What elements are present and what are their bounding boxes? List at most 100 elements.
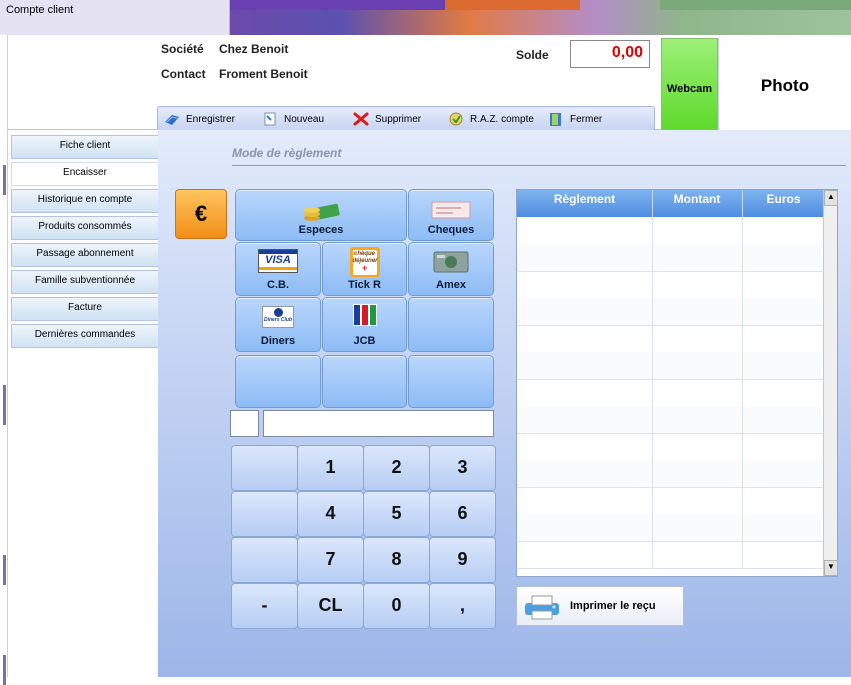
- delete-button[interactable]: Supprimer: [353, 110, 421, 128]
- cheques-button[interactable]: Cheques: [408, 189, 494, 241]
- table-cell[interactable]: [517, 298, 653, 325]
- keypad-key-8[interactable]: 8: [363, 537, 430, 583]
- table-cell[interactable]: [517, 406, 653, 433]
- keypad-key-clear[interactable]: CL: [297, 583, 364, 629]
- table-cell[interactable]: [517, 460, 653, 487]
- sidebar-item-historique[interactable]: Historique en compte: [11, 189, 159, 213]
- new-button[interactable]: Nouveau: [262, 110, 324, 128]
- table-cell[interactable]: [517, 433, 653, 460]
- sidebar-item-commandes[interactable]: Dernières commandes: [11, 324, 159, 348]
- column-header-euros[interactable]: Euros: [742, 190, 825, 217]
- table-cell[interactable]: [742, 352, 826, 379]
- table-cell[interactable]: [742, 487, 826, 514]
- photo-area[interactable]: Photo: [718, 38, 851, 130]
- table-row[interactable]: [517, 298, 826, 326]
- table-cell[interactable]: [652, 541, 743, 568]
- table-cell[interactable]: [742, 244, 826, 271]
- table-row[interactable]: [517, 325, 826, 353]
- table-row[interactable]: [517, 514, 826, 542]
- table-cell[interactable]: [652, 433, 743, 460]
- keypad-key-blank-2[interactable]: [231, 491, 298, 537]
- cb-button[interactable]: VISA C.B.: [235, 242, 321, 296]
- table-cell[interactable]: [517, 541, 653, 568]
- table-cell[interactable]: [652, 460, 743, 487]
- table-cell[interactable]: [652, 352, 743, 379]
- table-cell[interactable]: [517, 325, 653, 352]
- keypad-key-2[interactable]: 2: [363, 445, 430, 491]
- table-cell[interactable]: [652, 514, 743, 541]
- table-row[interactable]: [517, 379, 826, 407]
- jcb-button[interactable]: JCB: [322, 297, 407, 352]
- table-cell[interactable]: [742, 514, 826, 541]
- payment-slot-empty-4[interactable]: [408, 355, 494, 408]
- keypad-key-1[interactable]: 1: [297, 445, 364, 491]
- table-cell[interactable]: [742, 541, 826, 568]
- keypad-key-3[interactable]: 3: [429, 445, 496, 491]
- webcam-button[interactable]: Webcam: [661, 38, 718, 130]
- amex-button[interactable]: Amex: [408, 242, 494, 296]
- table-cell[interactable]: [517, 217, 653, 244]
- table-cell[interactable]: [652, 325, 743, 352]
- table-row[interactable]: [517, 541, 826, 569]
- column-header-reglement[interactable]: Règlement: [517, 190, 653, 217]
- tickr-button[interactable]: chèque déjeuner + Tick R: [322, 242, 407, 296]
- table-cell[interactable]: [517, 271, 653, 298]
- keypad-key-4[interactable]: 4: [297, 491, 364, 537]
- amount-field[interactable]: [263, 410, 494, 437]
- table-row[interactable]: [517, 244, 826, 272]
- euro-button[interactable]: €: [175, 189, 227, 239]
- table-cell[interactable]: [652, 379, 743, 406]
- sidebar-item-fiche-client[interactable]: Fiche client: [11, 135, 159, 159]
- keypad-key-comma[interactable]: ,: [429, 583, 496, 629]
- sidebar-item-encaisser[interactable]: Encaisser: [11, 162, 159, 186]
- table-cell[interactable]: [742, 271, 826, 298]
- table-row[interactable]: [517, 460, 826, 488]
- reset-account-button[interactable]: R.A.Z. compte: [448, 110, 534, 128]
- keypad-key-0[interactable]: 0: [363, 583, 430, 629]
- keypad-key-minus[interactable]: -: [231, 583, 298, 629]
- table-cell[interactable]: [517, 514, 653, 541]
- scroll-up-icon[interactable]: ▲: [824, 190, 838, 206]
- table-row[interactable]: [517, 217, 826, 245]
- table-cell[interactable]: [742, 298, 826, 325]
- quantity-field[interactable]: [230, 410, 259, 437]
- save-button[interactable]: Enregistrer: [164, 110, 235, 128]
- table-cell[interactable]: [517, 379, 653, 406]
- table-row[interactable]: [517, 406, 826, 434]
- table-cell[interactable]: [742, 325, 826, 352]
- sidebar-item-abonnement[interactable]: Passage abonnement: [11, 243, 159, 267]
- especes-button[interactable]: Especes: [235, 189, 407, 241]
- sidebar-item-famille[interactable]: Famille subventionnée: [11, 270, 159, 294]
- column-header-montant[interactable]: Montant: [652, 190, 743, 217]
- table-cell[interactable]: [652, 244, 743, 271]
- table-cell[interactable]: [517, 352, 653, 379]
- scroll-down-icon[interactable]: ▼: [824, 560, 838, 576]
- table-row[interactable]: [517, 487, 826, 515]
- keypad-key-9[interactable]: 9: [429, 537, 496, 583]
- table-cell[interactable]: [652, 217, 743, 244]
- table-cell[interactable]: [652, 271, 743, 298]
- table-cell[interactable]: [652, 487, 743, 514]
- table-cell[interactable]: [742, 217, 826, 244]
- table-cell[interactable]: [742, 406, 826, 433]
- diners-button[interactable]: Diners Club Diners: [235, 297, 321, 352]
- table-cell[interactable]: [652, 406, 743, 433]
- table-cell[interactable]: [517, 244, 653, 271]
- payment-slot-empty-2[interactable]: [235, 355, 321, 408]
- keypad-key-7[interactable]: 7: [297, 537, 364, 583]
- payment-slot-empty-3[interactable]: [322, 355, 407, 408]
- table-row[interactable]: [517, 433, 826, 461]
- table-row[interactable]: [517, 271, 826, 299]
- table-cell[interactable]: [652, 298, 743, 325]
- keypad-key-blank-1[interactable]: [231, 445, 298, 491]
- table-row[interactable]: [517, 352, 826, 380]
- print-receipt-button[interactable]: Imprimer le reçu: [516, 586, 684, 626]
- sidebar-item-facture[interactable]: Facture: [11, 297, 159, 321]
- table-cell[interactable]: [742, 460, 826, 487]
- close-button[interactable]: Fermer: [548, 110, 602, 128]
- payment-slot-empty-1[interactable]: [408, 297, 494, 352]
- keypad-key-blank-3[interactable]: [231, 537, 298, 583]
- table-cell[interactable]: [742, 379, 826, 406]
- keypad-key-5[interactable]: 5: [363, 491, 430, 537]
- keypad-key-6[interactable]: 6: [429, 491, 496, 537]
